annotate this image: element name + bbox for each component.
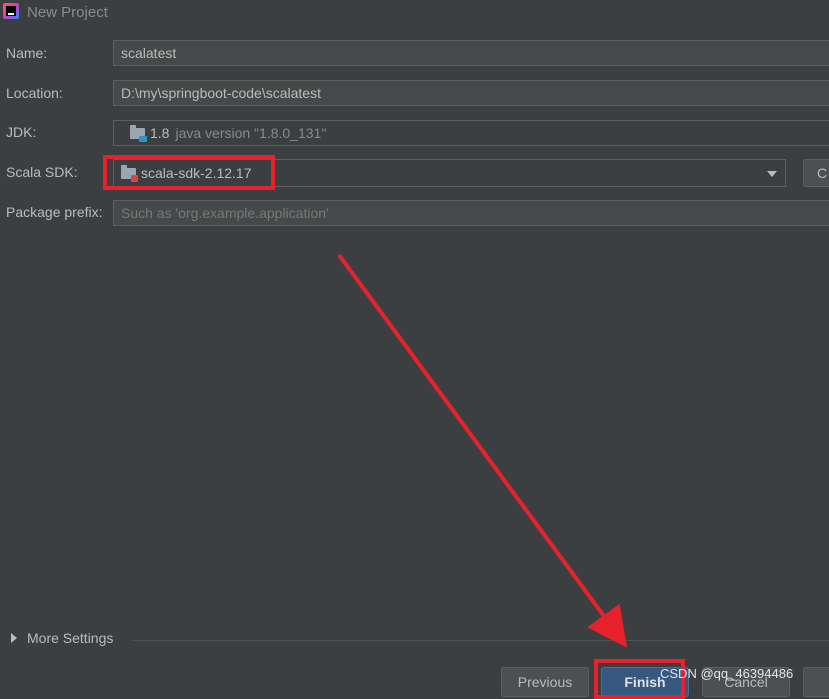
jdk-version: 1.8 [150,125,170,141]
triangle-right-icon [11,633,17,643]
location-value: D:\my\springboot-code\scalatest [121,85,321,101]
watermark: CSDN @qq_46394486 [660,666,794,681]
more-settings-separator [133,640,829,641]
title-bar: New Project [0,0,829,26]
scala-sdk-value: scala-sdk-2.12.17 [141,165,252,181]
jdk-combobox[interactable]: 1.8 java version "1.8.0_131" [113,120,829,146]
name-label: Name: [6,45,48,61]
help-button[interactable] [803,667,829,697]
create-sdk-button[interactable]: C [803,159,829,187]
name-field[interactable]: scalatest [113,40,829,66]
more-settings-label: More Settings [27,630,114,646]
chevron-down-icon[interactable] [767,171,777,177]
package-prefix-label: Package prefix: [6,204,103,220]
library-folder-icon [121,164,138,182]
previous-button[interactable]: Previous [501,667,589,697]
scala-sdk-combobox[interactable]: scala-sdk-2.12.17 [113,159,786,187]
name-value: scalatest [121,45,177,61]
more-settings-toggle[interactable]: More Settings [11,630,113,646]
intellij-idea-icon [3,3,19,19]
jdk-label: JDK: [6,124,37,140]
scala-sdk-label: Scala SDK: [6,164,78,180]
jdk-detail: java version "1.8.0_131" [175,125,327,141]
arrow-line [337,253,628,648]
jdk-folder-icon [130,124,147,142]
window-title: New Project [27,4,108,21]
location-field[interactable]: D:\my\springboot-code\scalatest [113,80,829,106]
location-label: Location: [6,85,63,101]
package-prefix-placeholder: Such as 'org.example.application' [121,205,329,221]
package-prefix-field[interactable]: Such as 'org.example.application' [113,200,829,226]
